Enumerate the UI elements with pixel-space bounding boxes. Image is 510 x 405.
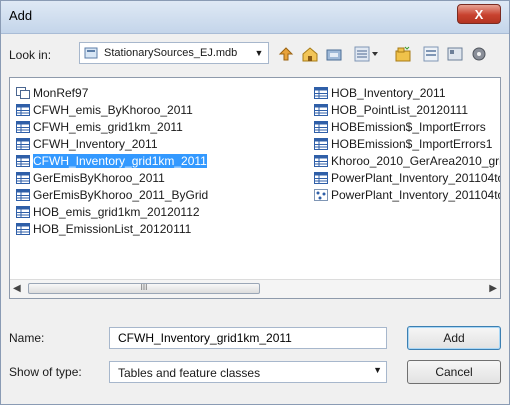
list-item-label: GerEmisByKhoroo_2011 (33, 170, 165, 185)
cancel-button[interactable]: Cancel (407, 360, 501, 384)
name-input[interactable] (109, 327, 387, 349)
list-item[interactable]: CFWH_emis_ByKhoroo_2011 (16, 101, 208, 118)
table-icon (16, 171, 30, 184)
add-button[interactable]: Add (407, 326, 501, 350)
table-icon (16, 222, 30, 235)
chevron-down-icon: ▼ (373, 365, 382, 375)
look-in-row: Look in: StationarySources_EJ.mdb ▼ (1, 39, 509, 69)
table-icon (314, 103, 328, 116)
list-item[interactable]: CFWH_emis_grid1km_2011 (16, 118, 208, 135)
file-list-column-left: MonRef97 CFWH_emis_ByKhoroo_2011 CFWH_emis… (16, 84, 208, 237)
list-item-label: HOB_Inventory_2011 (331, 85, 446, 100)
file-list-column-right: HOB_Inventory_2011 HOB_PointList_20120111… (314, 84, 501, 203)
close-button[interactable]: X (457, 4, 501, 24)
list-item-label: HOBEmission$_ImportErrors1 (331, 136, 493, 151)
list-item-label: CFWH_Inventory_grid1km_2011 (33, 153, 207, 168)
list-item-label: HOB_emis_grid1km_20120112 (33, 204, 200, 219)
list-item[interactable]: Khoroo_2010_GerArea2010_grid1 (314, 152, 501, 169)
list-item[interactable]: HOB_emis_grid1km_20120112 (16, 203, 208, 220)
table-icon (16, 120, 30, 133)
list-item-label: CFWH_emis_grid1km_2011 (33, 119, 183, 134)
table-icon (314, 86, 328, 99)
list-item-label: GerEmisByKhoroo_2011_ByGrid (33, 187, 209, 202)
look-in-label: Look in: (9, 48, 52, 62)
list-item-label: CFWH_emis_ByKhoroo_2011 (33, 102, 193, 117)
add-dialog: Add X Look in: StationarySources_EJ.mdb … (0, 0, 510, 405)
list-item[interactable]: GerEmisByKhoroo_2011_ByGrid (16, 186, 208, 203)
list-item[interactable]: GerEmisByKhoroo_2011 (16, 169, 208, 186)
catalog-icon[interactable] (445, 44, 465, 64)
dialog-title: Add (9, 8, 33, 23)
list-item[interactable]: HOB_Inventory_2011 (314, 84, 500, 101)
list-item-label: PowerPlant_Inventory_201104toZ (331, 187, 501, 202)
chevron-down-icon: ▼ (254, 48, 264, 58)
list-item[interactable]: PowerPlant_Inventory_201104toZ (314, 169, 501, 186)
list-item[interactable]: CFWH_Inventory_grid1km_2011 (16, 152, 208, 169)
list-item-label: HOB_EmissionList_20120111 (33, 221, 192, 236)
scroll-thumb[interactable]: III (28, 283, 260, 294)
options-icon[interactable] (469, 44, 489, 64)
look-in-dropdown[interactable]: StationarySources_EJ.mdb ▼ (79, 42, 269, 64)
name-label: Name: (9, 331, 45, 345)
list-item[interactable]: HOBEmission$_ImportErrors (314, 118, 500, 135)
list-item-label: CFWH_Inventory_2011 (33, 136, 158, 151)
table-icon (16, 103, 30, 116)
table-icon (16, 205, 30, 218)
list-item-label: Khoroo_2010_GerArea2010_grid1 (331, 153, 501, 168)
list-item-label: HOBEmission$_ImportErrors (331, 119, 486, 134)
table-icon (314, 120, 328, 133)
show-of-type-label: Show of type: (9, 365, 82, 379)
look-in-value: StationarySources_EJ.mdb (104, 47, 238, 59)
table-icon (314, 154, 328, 167)
new-folder-icon[interactable] (393, 44, 413, 64)
table-icon (16, 137, 30, 150)
home-icon[interactable] (300, 44, 320, 64)
point-feature-class-icon (314, 188, 328, 201)
file-list[interactable]: MonRef97 CFWH_emis_ByKhoroo_2011 CFWH_emis… (9, 77, 501, 299)
view-list-icon[interactable] (353, 44, 381, 64)
horizontal-scrollbar[interactable]: ◀ III ▶ (10, 279, 500, 298)
list-item-label: PowerPlant_Inventory_201104toZ (331, 170, 501, 185)
database-icon (84, 47, 98, 59)
list-item-label: HOB_PointList_20120111 (331, 102, 468, 117)
show-of-type-dropdown[interactable]: Tables and feature classes ▼ (109, 361, 387, 383)
title-bar: Add X (1, 1, 509, 34)
table-icon (314, 137, 328, 150)
connect-folder-icon[interactable] (324, 44, 344, 64)
table-icon (16, 154, 30, 167)
list-item[interactable]: MonRef97 (16, 84, 208, 101)
show-of-type-value: Tables and feature classes (118, 366, 261, 380)
up-folder-icon[interactable] (276, 44, 296, 64)
list-item[interactable]: HOBEmission$_ImportErrors1 (314, 135, 500, 152)
list-item[interactable]: CFWH_Inventory_2011 (16, 135, 208, 152)
list-item-label: MonRef97 (33, 85, 89, 100)
close-icon: X (474, 6, 484, 22)
list-item[interactable]: PowerPlant_Inventory_201104toZ (314, 186, 501, 203)
feature-dataset-icon (16, 86, 30, 99)
scroll-left-icon[interactable]: ◀ (13, 283, 21, 294)
list-item[interactable]: HOB_PointList_20120111 (314, 101, 500, 118)
table-icon (16, 188, 30, 201)
scroll-right-icon[interactable]: ▶ (489, 283, 497, 294)
list-item[interactable]: HOB_EmissionList_20120111 (16, 220, 208, 237)
details-icon[interactable] (421, 44, 441, 64)
table-icon (314, 171, 328, 184)
